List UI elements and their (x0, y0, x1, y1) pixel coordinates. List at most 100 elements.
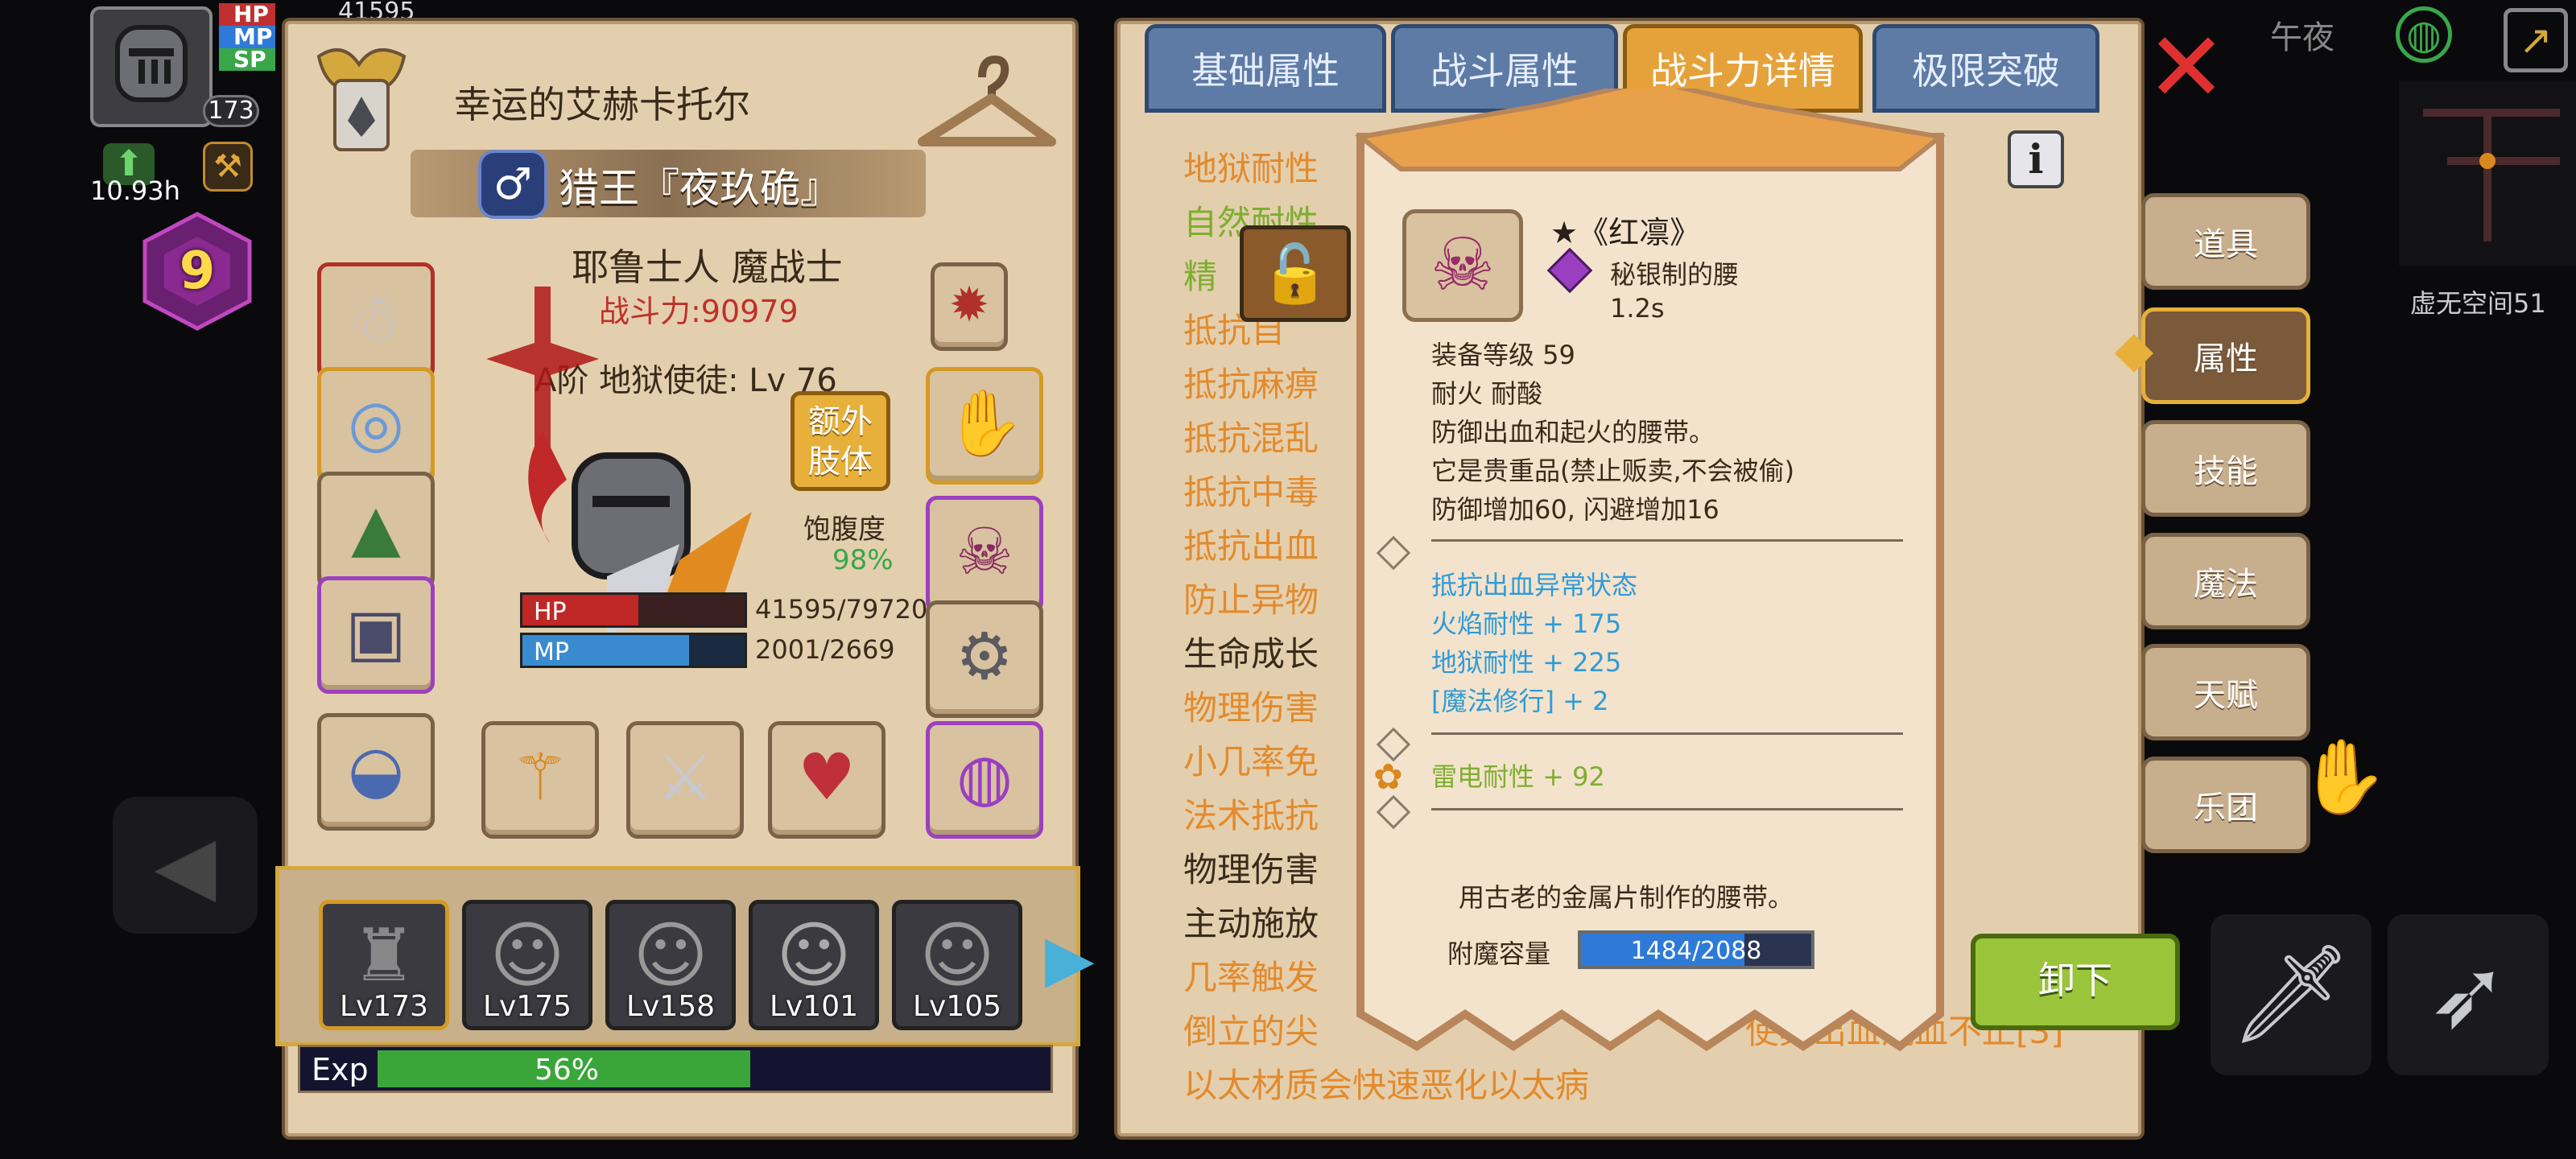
item-image: ☠ (1402, 209, 1523, 322)
stat-row: 抵抗中毒 (1183, 472, 1319, 512)
close-icon[interactable]: ✕ (2138, 20, 2235, 117)
ring-icon: ◍ (956, 740, 1013, 815)
item-desc-1: 防御出血和起火的腰带。 (1431, 417, 1715, 448)
blade-icon: ⚔ (656, 740, 714, 815)
menu-band[interactable]: 乐团 (2141, 757, 2310, 853)
stat-row: 抵抗出血 (1183, 526, 1319, 566)
mech-icon: ⚙ (956, 619, 1013, 694)
exp-bar: Exp 56% (298, 1045, 1053, 1093)
hero-card[interactable]: ♜ Lv173 (319, 900, 449, 1030)
stat-row: 倒立的尖 (1183, 1012, 1319, 1051)
info-button[interactable]: i (2008, 130, 2064, 188)
hero-card[interactable]: ☺ Lv101 (749, 900, 879, 1030)
hero-level: Lv173 (339, 990, 429, 1023)
exit-icon[interactable]: ↗ (2504, 8, 2568, 72)
satiety-label: 饱腹度 (803, 514, 886, 546)
dpad-left-button[interactable]: ◀ (113, 797, 258, 934)
rune-line: 雷电耐性 + 92 (1431, 761, 1605, 792)
enchant-line: 火焰耐性 + 175 (1431, 608, 1622, 639)
belt-skull-icon: ☠ (1430, 223, 1496, 307)
menu-talent[interactable]: 天赋 (2141, 644, 2310, 740)
minimap-icon (2423, 109, 2560, 241)
guild-emblem-icon (311, 40, 412, 161)
time-label: 午夜 (2270, 19, 2334, 56)
mp-bar-label: MP (534, 638, 569, 666)
stat-row: 物理伤害 (1183, 688, 1319, 728)
enchant-line: [魔法修行] + 2 (1431, 686, 1609, 716)
slot-weapon-main[interactable]: ⚚ (481, 721, 599, 839)
roster-next-arrow-icon[interactable]: ▶ (1045, 914, 1095, 1003)
slot-belt[interactable]: ☠ (926, 496, 1043, 613)
item-resist: 耐火 耐酸 (1431, 378, 1543, 409)
belt-skull-icon: ☠ (956, 514, 1013, 589)
hp-bar: HP (520, 592, 747, 628)
hero-level: Lv105 (912, 990, 1002, 1023)
stat-row: 抵抗混乱 (1183, 419, 1319, 458)
slot-boots[interactable]: ◒ (317, 713, 435, 831)
bow-skill-icon[interactable]: ➶ (2388, 914, 2549, 1075)
hp-text: 41595/79720 (755, 594, 928, 625)
mp-bar: MP (520, 633, 747, 668)
mp-text: 2001/2669 (755, 634, 895, 665)
menu-items[interactable]: 道具 (2141, 193, 2310, 290)
capacity-text: 1484/2088 (1630, 937, 1762, 965)
extra-limb-button[interactable]: 额外 肢体 (791, 391, 890, 491)
hero-level: Lv158 (625, 990, 716, 1023)
item-name: ★《红凛》 (1550, 215, 1701, 250)
hanger-icon[interactable] (914, 53, 1059, 166)
hud-count-gem[interactable]: 9 (140, 211, 254, 332)
hud-sp-label: SP (219, 48, 275, 71)
equip-level: 装备等级 59 (1431, 340, 1575, 370)
hero-level: Lv175 (482, 990, 572, 1023)
item-desc-2: 它是贵重品(禁止贩卖,不会被偷) (1431, 456, 1795, 486)
hero-card[interactable]: ☺ Lv158 (605, 900, 736, 1030)
hud-count-value: 9 (179, 241, 216, 301)
knight-avatar-icon (115, 25, 188, 102)
lock-toggle-icon[interactable]: 🔓 (1240, 225, 1351, 322)
menu-skills[interactable]: 技能 (2141, 420, 2310, 517)
stat-row: 主动施放 (1183, 904, 1319, 943)
unequip-button[interactable]: 卸下 (1971, 934, 2180, 1030)
character-portrait (414, 270, 768, 641)
menu-magic[interactable]: 魔法 (2141, 533, 2310, 629)
gender-male-icon: ♂ (478, 150, 547, 219)
slot-amulet[interactable]: ✹ (931, 262, 1008, 351)
minimap[interactable] (2399, 80, 2576, 266)
sword-skill-icon[interactable]: 🗡 (2211, 914, 2372, 1075)
amulet-icon: ✹ (948, 277, 990, 333)
stat-row: 法术抵抗 (1183, 796, 1319, 835)
stat-row: 防止异物 (1183, 580, 1319, 620)
hud-timer: 10.93h (90, 175, 180, 206)
rune-icon: ✿ (1373, 757, 1403, 798)
hud-avatar[interactable] (90, 6, 213, 127)
hud-crafting-icon[interactable]: ⚒ (203, 142, 253, 192)
slot-ring[interactable]: ◍ (926, 721, 1043, 839)
item-lore: 用古老的金属片制作的腰带。 (1459, 882, 1794, 913)
divider (1431, 539, 1903, 542)
divider (1431, 732, 1903, 735)
stat-row: 几率触发 (1183, 958, 1319, 997)
hud-level-badge: 173 (203, 95, 259, 127)
slot-mech[interactable]: ⚙ (926, 600, 1043, 718)
slot-gloves[interactable]: ✋ (926, 367, 1043, 485)
exp-label: Exp (312, 1052, 369, 1087)
stat-row: 以太材质会快速恶化以太病 (1183, 1066, 1590, 1105)
gloves-icon: ✋ (944, 386, 1025, 460)
stat-row: 生命成长 (1183, 634, 1319, 674)
hero-card[interactable]: ☺ Lv175 (462, 900, 592, 1030)
item-tooltip: ☠ ★《红凛》 秘银制的腰 1.2s 装备等级 59 耐火 耐酸 防御出血和起火… (1336, 89, 1964, 1062)
boots-icon: ◒ (348, 732, 404, 806)
network-globe-icon[interactable]: ◍ (2396, 6, 2452, 63)
capacity-bar: 1484/2088 (1578, 930, 1814, 969)
satiety-value: 98% (832, 544, 894, 576)
divider (1431, 808, 1903, 810)
menu-attributes[interactable]: 属性 (2141, 307, 2310, 404)
slot-card[interactable]: ♥ (768, 721, 886, 839)
hero-level: Lv101 (769, 990, 859, 1023)
craft-hand-icon[interactable]: ✋ (2291, 721, 2396, 834)
stat-row: 抵抗麻痹 (1183, 365, 1319, 404)
slot-weapon-off[interactable]: ⚔ (626, 721, 744, 839)
hud-hp-label: HP (219, 3, 275, 26)
player-name: 幸运的艾赫卡托尔 (454, 83, 750, 126)
hero-card[interactable]: ☺ Lv105 (892, 900, 1022, 1030)
